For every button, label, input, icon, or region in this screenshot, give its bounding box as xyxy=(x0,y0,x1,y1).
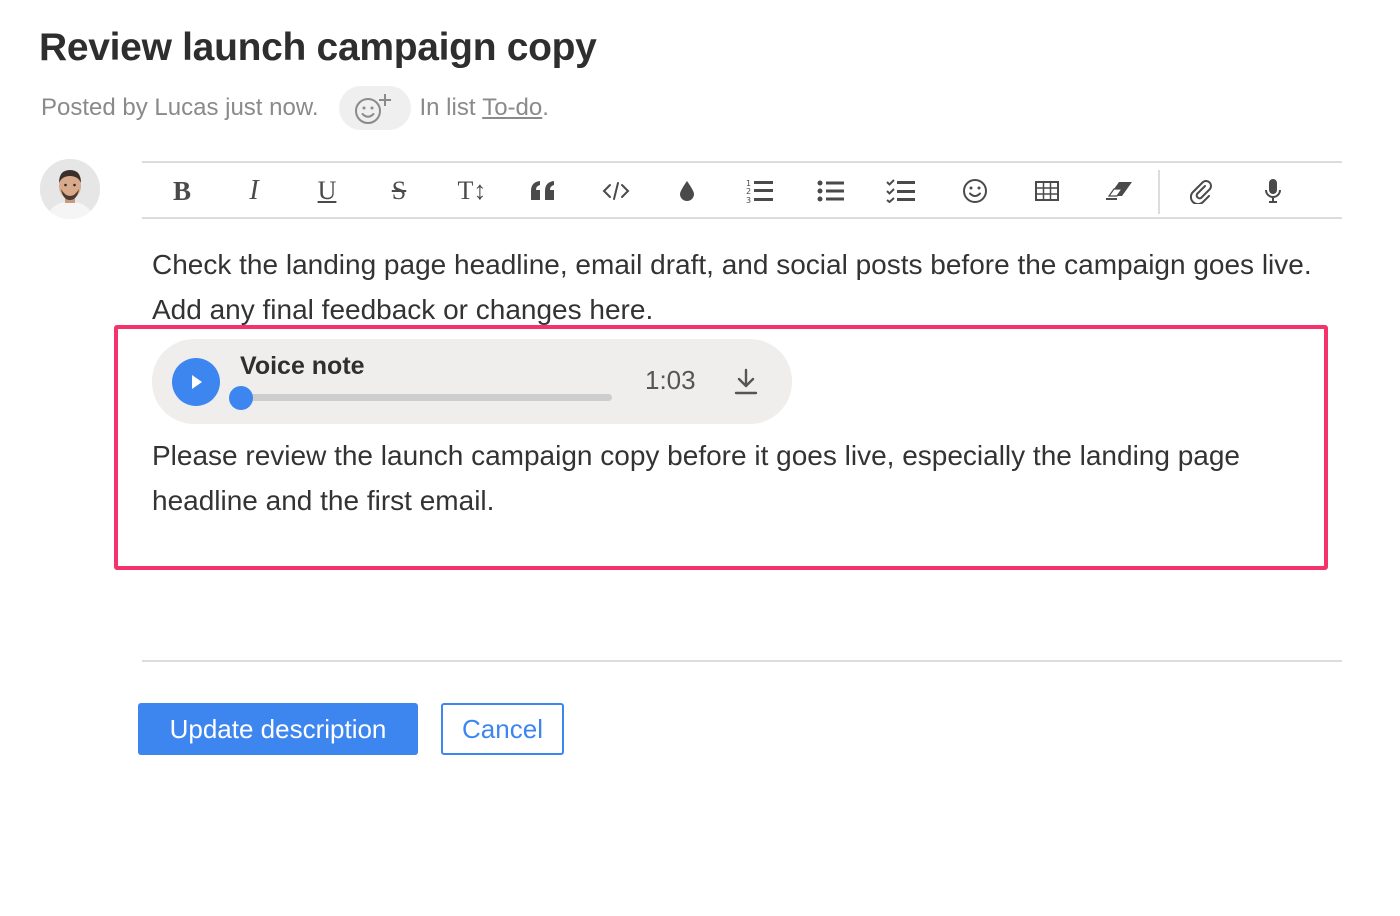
svg-text:2: 2 xyxy=(746,187,751,196)
numbered-list-button[interactable]: 1 2 3 xyxy=(738,163,782,219)
strikethrough-button[interactable]: S xyxy=(377,163,421,219)
bold-button[interactable]: B xyxy=(160,163,204,219)
in-list-label: In list xyxy=(419,94,476,121)
numbered-list-icon: 1 2 3 xyxy=(746,179,773,204)
editor-toolbar: B I U S T↕ 1 2 3 xyxy=(142,161,1342,219)
table-button[interactable] xyxy=(1025,163,1069,219)
underline-icon: U xyxy=(317,176,337,205)
add-boost-button[interactable] xyxy=(338,86,411,130)
emoji-button[interactable] xyxy=(953,163,997,219)
svg-text:3: 3 xyxy=(746,196,751,204)
italic-button[interactable]: I xyxy=(232,163,276,219)
bulleted-list-icon xyxy=(817,180,844,202)
add-emoji-icon xyxy=(354,94,391,124)
heading-button[interactable]: T↕ xyxy=(450,163,494,219)
bold-icon: B xyxy=(172,175,191,206)
checklist-icon xyxy=(886,179,915,203)
underline-button[interactable]: U xyxy=(305,163,349,219)
record-voice-button[interactable] xyxy=(1251,163,1295,219)
list-suffix: . xyxy=(542,94,549,121)
user-photo-icon xyxy=(40,159,100,219)
attach-button[interactable] xyxy=(1179,163,1223,219)
clear-format-button[interactable] xyxy=(1097,163,1141,219)
code-icon xyxy=(602,182,630,200)
bulleted-list-button[interactable] xyxy=(809,163,853,219)
italic-icon: I xyxy=(249,175,259,206)
post-meta: Posted by Lucas just now. In list To-do. xyxy=(41,86,549,130)
checklist-button[interactable] xyxy=(879,163,923,219)
description-paragraph[interactable]: Check the landing page headline, email d… xyxy=(152,242,1312,332)
table-icon xyxy=(1035,181,1059,201)
editor-bottom-border xyxy=(142,660,1342,662)
toolbar-separator xyxy=(1158,170,1160,214)
attachment-icon xyxy=(1189,180,1212,204)
page-title: Review launch campaign copy xyxy=(39,26,597,69)
list-link[interactable]: To-do xyxy=(482,94,542,122)
cancel-button[interactable]: Cancel xyxy=(441,703,564,755)
avatar xyxy=(40,159,100,219)
color-button[interactable] xyxy=(665,163,709,219)
heading-icon: T↕ xyxy=(457,176,487,205)
microphone-icon xyxy=(1265,179,1281,203)
code-button[interactable] xyxy=(594,163,638,219)
emoji-icon xyxy=(963,179,987,203)
quote-icon xyxy=(531,181,554,200)
posted-by-text: Posted by Lucas just now. xyxy=(41,94,319,121)
update-description-button[interactable]: Update description xyxy=(138,703,418,755)
highlight-box xyxy=(114,325,1328,570)
color-icon xyxy=(680,181,694,201)
clear-format-icon xyxy=(1106,182,1132,200)
quote-button[interactable] xyxy=(521,163,565,219)
strikethrough-icon: S xyxy=(391,176,407,205)
